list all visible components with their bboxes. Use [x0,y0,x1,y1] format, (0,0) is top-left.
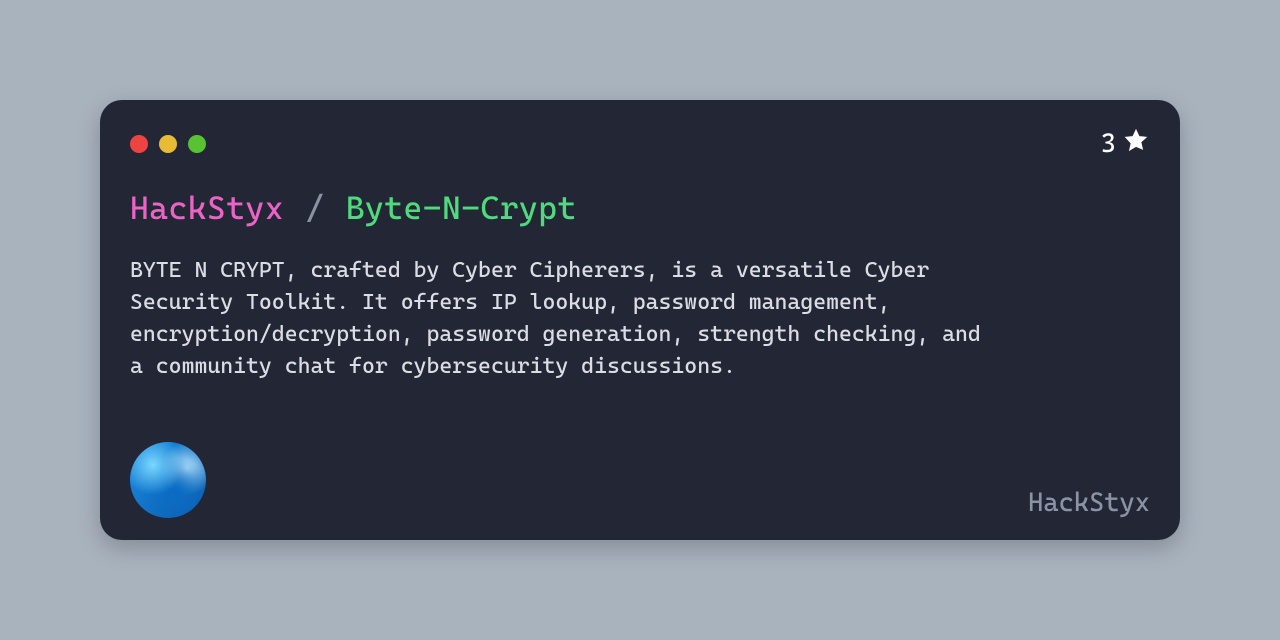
traffic-lights [130,135,206,153]
star-count: 3 [1101,129,1116,159]
avatar[interactable] [130,442,206,518]
repo-card: 3 HackStyx / Byte-N-Crypt BYTE N CRYPT, … [100,100,1180,540]
star-icon [1122,126,1150,161]
repo-sep: / [303,189,326,227]
minimize-icon[interactable] [159,135,177,153]
close-icon[interactable] [130,135,148,153]
repo-description: BYTE N CRYPT, crafted by Cyber Cipherers… [130,255,990,383]
repo-name[interactable]: Byte-N-Crypt [346,189,577,227]
repo-title: HackStyx / Byte-N-Crypt [130,189,1150,227]
card-footer: HackStyx [130,442,1150,518]
star-count-wrapper[interactable]: 3 [1101,126,1150,161]
username[interactable]: HackStyx [1028,488,1150,518]
maximize-icon[interactable] [188,135,206,153]
window-titlebar: 3 [130,126,1150,161]
repo-owner[interactable]: HackStyx [130,189,284,227]
